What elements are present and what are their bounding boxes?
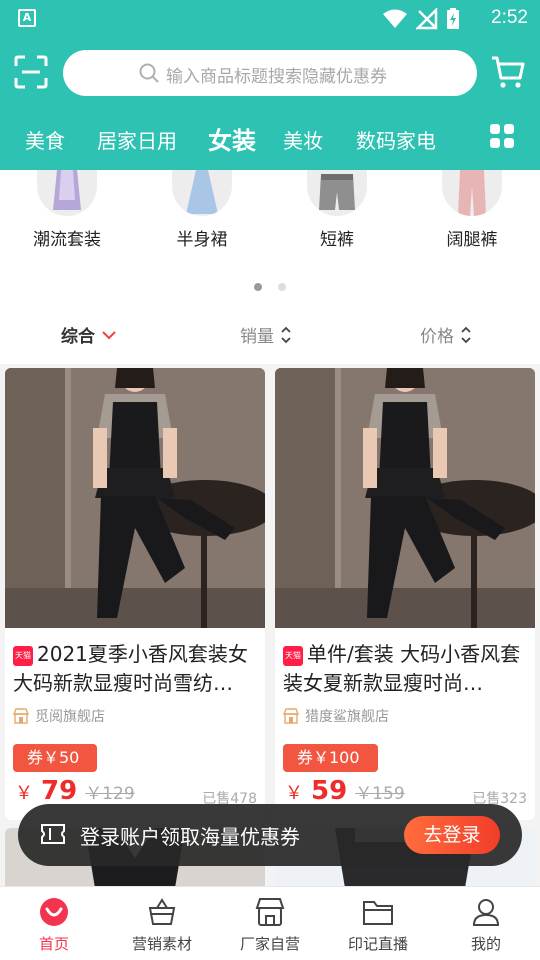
login-prompt-banner: 登录账户领取海量优惠券 去登录	[18, 804, 522, 866]
search-placeholder: 输入商品标题搜索隐藏优惠券	[166, 67, 387, 87]
tmall-badge: 天猫	[13, 646, 33, 666]
search-input[interactable]: 输入商品标题搜索隐藏优惠券	[63, 50, 477, 96]
scan-icon[interactable]	[14, 55, 48, 89]
sort-composite-label: 综合	[61, 327, 95, 347]
tab-label: 营销素材	[131, 935, 192, 953]
tab-food[interactable]: 美食	[25, 125, 65, 154]
original-price: ￥159	[355, 784, 405, 804]
price-block: ￥ 79 ￥129	[15, 776, 135, 806]
subcategory-label: 阔腿裤	[446, 230, 498, 250]
subcategory-skirt[interactable]: 半身裙	[147, 170, 257, 250]
subcategory-trendy-sets[interactable]: 潮流套装	[12, 170, 122, 250]
product-card[interactable]: 天猫 2021夏季小香风套装女大码新款显瘦时尚雪纺… 觅阅旗舰店 券￥50 ￥ 7…	[5, 368, 265, 820]
login-button[interactable]: 去登录	[404, 816, 500, 854]
subcategory-label: 半身裙	[176, 230, 228, 250]
tab-profile[interactable]: 我的	[432, 895, 540, 954]
wifi-icon	[383, 9, 407, 28]
tab-electronics[interactable]: 数码家电	[356, 125, 436, 154]
tmall-badge: 天猫	[283, 646, 303, 666]
subcategory-image	[172, 170, 232, 216]
tab-label: 我的	[470, 935, 501, 953]
no-signal-icon	[416, 8, 438, 30]
tab-womens-clothing[interactable]: 女装	[208, 121, 256, 156]
subcategory-image	[442, 170, 502, 216]
category-tabs: 美食 居家日用 女装 美妆 数码家电	[0, 118, 540, 158]
shop-name: 猎度鲨旗舰店	[305, 709, 389, 725]
tab-beauty[interactable]: 美妆	[283, 125, 323, 154]
tab-home-page[interactable]: 首页	[0, 895, 108, 954]
product-image	[5, 368, 265, 628]
currency-symbol: ￥	[15, 783, 33, 804]
subcategory-image	[307, 170, 367, 216]
tab-factory-direct[interactable]: 厂家自营	[216, 895, 324, 954]
sort-price-label: 价格	[420, 327, 454, 347]
shop-icon	[13, 708, 29, 724]
sort-sales-label: 销量	[240, 327, 274, 347]
subcategory-label: 短裤	[320, 230, 354, 250]
shop-info: 猎度鲨旗舰店	[283, 706, 389, 726]
folder-icon	[363, 901, 393, 925]
shop-icon	[283, 708, 299, 724]
coupon-ticket-icon	[41, 824, 65, 844]
tab-label: 首页	[38, 935, 69, 953]
shop-name: 觅阅旗舰店	[35, 709, 105, 725]
carousel-dot	[278, 283, 286, 291]
original-price: ￥129	[85, 784, 135, 804]
subcategory-label: 潮流套装	[33, 230, 101, 250]
price-block: ￥ 59 ￥159	[285, 776, 405, 806]
product-card[interactable]: 天猫 单件/套装 大码小香风套装女夏新款显瘦时尚… 猎度鲨旗舰店 券￥100 ￥ …	[275, 368, 535, 820]
bottom-tab-bar: 首页 营销素材 厂家自营 印记直播 我的	[0, 886, 540, 960]
tab-marketing-materials[interactable]: 营销素材	[108, 895, 216, 954]
header: 输入商品标题搜索隐藏优惠券 美食 居家日用 女装 美妆 数码家电	[0, 38, 540, 170]
battery-charging-icon	[447, 8, 459, 29]
tab-live-stream[interactable]: 印记直播	[324, 895, 432, 954]
sort-composite[interactable]: 综合	[61, 322, 117, 347]
shop-info: 觅阅旗舰店	[13, 706, 105, 726]
subcategory-image	[37, 170, 97, 216]
status-bar: A 2:52	[0, 0, 540, 38]
carousel-dot-active	[254, 283, 262, 291]
tab-label: 厂家自营	[239, 935, 300, 953]
sort-toggle-icon	[461, 326, 471, 343]
all-categories-icon[interactable]	[490, 124, 514, 148]
subcategory-shorts[interactable]: 短裤	[282, 170, 392, 250]
sort-bar: 综合 销量 价格	[0, 312, 540, 364]
product-image	[275, 368, 535, 628]
home-smile-icon	[40, 898, 68, 926]
clock: 2:52	[491, 7, 528, 28]
sort-sales[interactable]: 销量	[240, 322, 292, 347]
status-icons	[382, 8, 460, 30]
product-title-text: 2021夏季小香风套装女大码新款显瘦时尚雪纺…	[13, 642, 248, 695]
carousel-indicator	[254, 283, 286, 291]
current-price: 59	[311, 776, 348, 806]
tab-label: 印记直播	[347, 935, 408, 953]
product-title: 天猫 2021夏季小香风套装女大码新款显瘦时尚雪纺…	[13, 640, 259, 698]
tab-home[interactable]: 居家日用	[97, 125, 177, 154]
user-icon	[472, 899, 500, 926]
subcategory-carousel: 潮流套装 半身裙 短裤 阔腿裤	[0, 170, 540, 312]
chevron-down-icon	[102, 330, 116, 339]
cart-icon[interactable]	[490, 54, 526, 90]
product-title: 天猫 单件/套装 大码小香风套装女夏新款显瘦时尚…	[283, 640, 529, 698]
current-price: 79	[41, 776, 78, 806]
coupon-badge: 券￥100	[283, 744, 378, 772]
subcategory-wide-leg-pants[interactable]: 阔腿裤	[417, 170, 527, 250]
search-icon	[139, 63, 159, 83]
store-icon	[255, 898, 285, 926]
sort-price[interactable]: 价格	[420, 322, 472, 347]
shopping-bag-icon	[148, 898, 176, 925]
login-prompt-message: 登录账户领取海量优惠券	[80, 825, 300, 849]
product-title-text: 单件/套装 大码小香风套装女夏新款显瘦时尚…	[283, 642, 521, 695]
coupon-badge: 券￥50	[13, 744, 98, 772]
sort-toggle-icon	[281, 326, 291, 343]
currency-symbol: ￥	[285, 783, 303, 804]
app-notification-icon: A	[18, 9, 36, 27]
